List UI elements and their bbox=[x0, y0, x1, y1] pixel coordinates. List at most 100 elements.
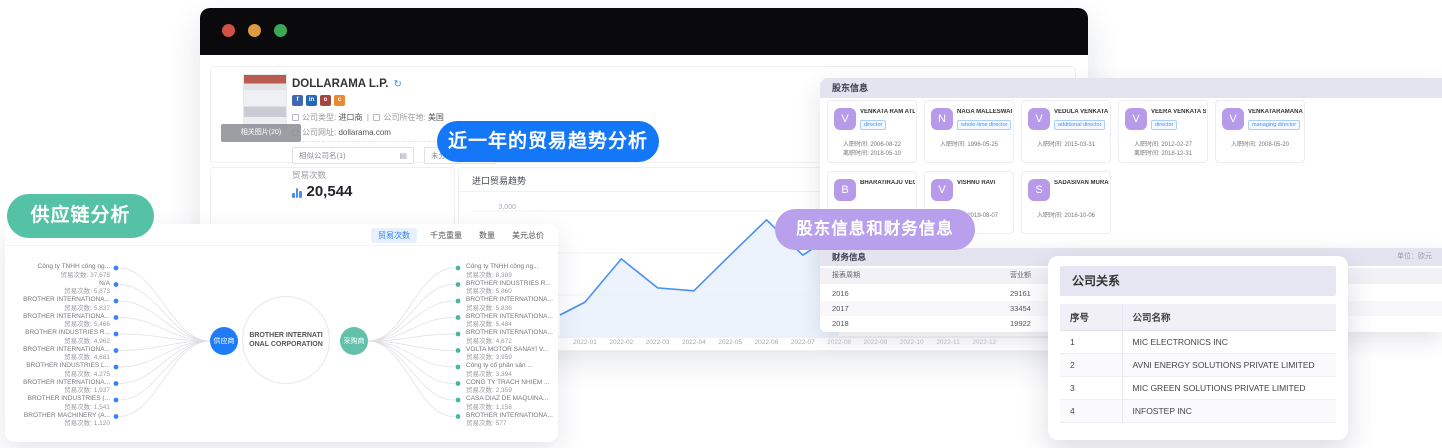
buyer-item[interactable]: BROTHER INTERNATIONA... 贸易次数: 5,484 bbox=[466, 313, 561, 330]
supplier-item[interactable]: BROTHER INDUSTRIES R... 贸易次数: 4,962 bbox=[5, 329, 110, 346]
shareholder-card[interactable]: V VENKATA RAM ATLURI director 入职时间: 2006-08… bbox=[827, 100, 917, 163]
maximize-window-icon[interactable] bbox=[274, 24, 287, 37]
buyer-item[interactable]: Công ty TNHH công ng... 贸易次数: 8,389 bbox=[466, 263, 561, 280]
avatar: V bbox=[1125, 108, 1147, 130]
buyer-item[interactable]: CASA DIAZ DE MAQUINA... 贸易次数: 1,158 bbox=[466, 395, 561, 412]
buyer-item[interactable]: BROTHER INTERNATIONA... 贸易次数: 4,672 bbox=[466, 329, 561, 346]
company-type-icon bbox=[292, 114, 299, 122]
company-relations-panel: 公司关系 序号 公司名称 1 MIC ELECTRONICS INC 2 AVNI E… bbox=[1048, 256, 1348, 440]
shareholder-name: BHARATIRAJU VEGIRAJU bbox=[860, 180, 915, 186]
supplier-item[interactable]: BROTHER INTERNATIONA... 贸易次数: 5,466 bbox=[5, 313, 110, 330]
buyer-item[interactable]: VOLTA MOTOR SANAYİ V... 贸易次数: 3,959 bbox=[466, 346, 561, 363]
supplier-item[interactable]: Công ty TNHH công ng... 贸易次数: 37,678 bbox=[5, 263, 111, 280]
related-images-caption[interactable]: 相关图片(20) bbox=[221, 124, 301, 142]
shareholder-card[interactable]: V VEDULA VENKATA RAM... additional directo… bbox=[1021, 100, 1111, 163]
buyer-item[interactable]: BROTHER INTERNATIONA... 贸易次数: 5,836 bbox=[466, 296, 561, 313]
supplier-node[interactable]: 供应商 bbox=[210, 327, 238, 355]
shareholder-name: VEERA VENKATA SATYA... bbox=[1151, 109, 1206, 115]
x-tick-label: 2022-08 bbox=[827, 339, 852, 346]
company-name: DOLLARAMA L.P. ↻ bbox=[292, 78, 402, 90]
phone-icon[interactable]: c bbox=[334, 95, 345, 106]
tab-千克重量[interactable]: 千克重量 bbox=[426, 228, 466, 243]
relations-header-name: 公司名称 bbox=[1122, 304, 1336, 331]
facebook-icon[interactable]: f bbox=[292, 95, 303, 106]
refresh-icon[interactable]: ↻ bbox=[393, 79, 401, 90]
x-tick-label: 2022-11 bbox=[936, 339, 960, 346]
buyer-item[interactable]: CÔNG TY TRÁCH NHIỆM ... 贸易次数: 2,359 bbox=[466, 379, 561, 396]
shareholder-name: VEDULA VENKATA RAM... bbox=[1054, 109, 1109, 115]
shareholder-name: SADASIVAN MURALIKR... bbox=[1054, 180, 1109, 186]
shareholder-card[interactable]: V VENKATARAMANA MAG... managing director 入职… bbox=[1215, 100, 1305, 163]
buyer-item[interactable]: BROTHER INTERNATIONA... 贸易次数: 577 bbox=[466, 412, 561, 429]
linkedin-icon[interactable]: in bbox=[306, 95, 317, 106]
shareholder-dates: 入职时间: 2008-05-20 bbox=[1230, 142, 1290, 148]
x-tick-label: 2022-10 bbox=[899, 339, 924, 346]
company-website-row: 公司网址: dollarama.com bbox=[292, 127, 391, 138]
y-axis-tick-label: 3,000 bbox=[498, 204, 516, 211]
shareholder-card[interactable]: N NAGA MALLESWARA R... whole-time director… bbox=[924, 100, 1014, 163]
relations-row[interactable]: 1 MIC ELECTRONICS INC bbox=[1060, 330, 1336, 354]
supplier-item[interactable]: BROTHER INTERNATIONA... 贸易次数: 1,937 bbox=[5, 379, 110, 396]
supplier-item[interactable]: BROTHER MACHINERY (A... 贸易次数: 1,120 bbox=[5, 412, 110, 429]
trade-count-label: 贸易次数 bbox=[292, 170, 327, 180]
x-tick-label: 2022-07 bbox=[790, 339, 815, 346]
tab-美元总价[interactable]: 美元总价 bbox=[508, 228, 548, 243]
x-tick-label: 2022-02 bbox=[609, 339, 634, 346]
supplier-item[interactable]: N/A 贸易次数: 5,873 bbox=[5, 280, 110, 297]
relations-row[interactable]: 4 INFOSTEP INC bbox=[1060, 399, 1336, 423]
company-meta-row: 公司类型: 进口商 | 公司所在地: 美国 bbox=[292, 112, 444, 123]
role-badge: whole-time director bbox=[957, 120, 1012, 130]
shareholder-finance-badge: 股东信息和财务信息 bbox=[775, 209, 975, 250]
supplier-item[interactable]: BROTHER INTERNATIONA... 贸易次数: 5,837 bbox=[5, 296, 110, 313]
screenshot-stage: 相关图片(20) DOLLARAMA L.P. ↻ f in o c 公司类型: 进口商… bbox=[0, 0, 1442, 448]
trade-count-value: 20,544 bbox=[306, 183, 353, 200]
relations-row[interactable]: 2 AVNI ENERGY SOLUTIONS PRIVATE LIMITED bbox=[1060, 353, 1336, 377]
calendar-icon: ▤ bbox=[399, 151, 407, 160]
avatar: V bbox=[1028, 108, 1050, 130]
avatar: V bbox=[1222, 108, 1244, 130]
avatar: S bbox=[1028, 179, 1050, 201]
financial-unit-label: 单位：欧元 bbox=[1397, 253, 1432, 260]
company-relations-title: 公司关系 bbox=[1060, 266, 1336, 296]
shareholder-dates: 入职时间: 2015-03-31 bbox=[1036, 142, 1096, 148]
x-tick-label: 2022-04 bbox=[681, 339, 706, 346]
buyer-node[interactable]: 采购商 bbox=[340, 327, 368, 355]
close-window-icon[interactable] bbox=[222, 24, 235, 37]
role-badge: director bbox=[1151, 120, 1178, 130]
financial-panel-title: 财务信息 bbox=[832, 252, 867, 262]
instagram-icon[interactable]: o bbox=[320, 95, 331, 106]
x-tick-label: 2022-06 bbox=[754, 339, 779, 346]
supply-chain-panel: 贸易次数 千克重量 数量 美元总价 Công ty TNHH công ng... 贸易… bbox=[5, 224, 558, 442]
trade-trend-badge: 近一年的贸易趋势分析 bbox=[437, 121, 659, 162]
product-image[interactable] bbox=[243, 74, 287, 130]
shareholder-dates: 入职时间: 2016-10-06 bbox=[1036, 213, 1096, 219]
social-icons-row: f in o c bbox=[292, 95, 345, 106]
avatar: N bbox=[931, 108, 953, 130]
minimize-window-icon[interactable] bbox=[248, 24, 261, 37]
company-relations-table: 序号 公司名称 1 MIC ELECTRONICS INC 2 AVNI ENERGY… bbox=[1060, 304, 1336, 423]
shareholder-name: VENKATA RAM ATLURI bbox=[860, 109, 915, 115]
role-badge: additional director bbox=[1054, 120, 1106, 130]
company-website-link[interactable]: dollarama.com bbox=[338, 128, 390, 137]
shareholder-card[interactable]: V VEERA VENKATA SATYA... director 入职时间: 201… bbox=[1118, 100, 1208, 163]
tab-贸易次数[interactable]: 贸易次数 bbox=[371, 228, 417, 243]
relations-header-index: 序号 bbox=[1060, 304, 1123, 331]
supplier-item[interactable]: BROTHER INTERNATIONA... 贸易次数: 4,681 bbox=[5, 346, 110, 363]
browser-titlebar bbox=[200, 8, 1088, 55]
supplier-item[interactable]: BROTHER INDUSTRIES (... 贸易次数: 1,541 bbox=[5, 395, 110, 412]
avatar: B bbox=[834, 179, 856, 201]
tab-数量[interactable]: 数量 bbox=[475, 228, 499, 243]
buyer-item[interactable]: BROTHER INDUSTRIES R... 贸易次数: 5,860 bbox=[466, 280, 561, 297]
shareholder-name: NAGA MALLESWARA R... bbox=[957, 109, 1012, 115]
shareholder-card[interactable]: S SADASIVAN MURALIKR... 入职时间: 2016-10-06 bbox=[1021, 171, 1111, 234]
supplier-item[interactable]: BROTHER INDUSTRIES L... 贸易次数: 4,275 bbox=[5, 362, 110, 379]
buyer-item[interactable]: Công ty cổ phần sản ... 贸易次数: 3,394 bbox=[466, 362, 561, 379]
shareholder-dates: 入职时间: 2012-02-27 离职时间: 2018-12-31 bbox=[1133, 142, 1193, 157]
similar-company-dropdown[interactable]: 相似公司名(1) ▤ bbox=[292, 147, 414, 164]
x-tick-label: 2022-01 bbox=[573, 339, 597, 346]
trend-chart-title: 进口贸易趋势 bbox=[472, 176, 527, 186]
shareholder-name: VISHNU RAVI bbox=[957, 180, 996, 186]
trade-count-row: 20,544 bbox=[292, 183, 352, 200]
relations-row[interactable]: 3 MIC GREEN SOLUTIONS PRIVATE LIMITED bbox=[1060, 376, 1336, 400]
center-company-node[interactable]: BROTHER INTERNATIONAL CORPORATION bbox=[242, 296, 330, 384]
